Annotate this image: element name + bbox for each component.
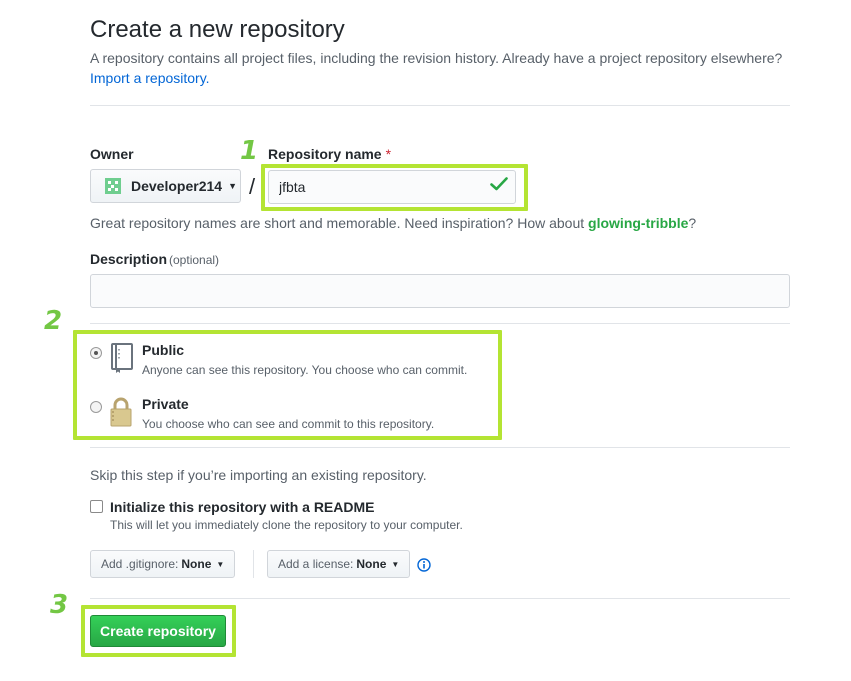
license-label: Add a license:: [278, 557, 354, 571]
description-label: Description (optional): [90, 250, 219, 269]
required-mark: *: [385, 146, 392, 162]
chevron-down-icon: ▼: [391, 559, 400, 569]
readme-desc: This will let you immediately clone the …: [110, 518, 463, 532]
repository-name-input[interactable]: [268, 170, 516, 204]
annotation-number: 3: [50, 590, 69, 620]
hint-suffix: ?: [688, 215, 697, 231]
chevron-down-icon: ▼: [216, 559, 225, 569]
repository-name-label: Repository name *: [268, 145, 391, 163]
divider: [253, 550, 254, 578]
info-icon[interactable]: [417, 558, 431, 572]
gitignore-select[interactable]: Add .gitignore: None ▼: [90, 550, 236, 578]
repository-name-hint: Great repository names are short and mem…: [90, 214, 696, 232]
book-icon: [111, 343, 133, 373]
create-repository-button[interactable]: Create repository: [90, 615, 226, 647]
page-title: Create a new repository: [90, 16, 345, 43]
owner-avatar: [105, 178, 121, 194]
lock-icon: [110, 397, 132, 427]
optional-tag: (optional): [169, 253, 220, 267]
import-repository-link[interactable]: Import a repository.: [90, 69, 210, 87]
description-input[interactable]: [90, 274, 790, 308]
owner-label: Owner: [90, 146, 134, 162]
divider: [90, 105, 790, 106]
license-value: None: [356, 557, 387, 571]
skip-note: Skip this step if you’re importing an ex…: [90, 467, 427, 483]
license-select[interactable]: Add a license: None ▼: [267, 550, 411, 578]
page-subtitle: A repository contains all project files,…: [90, 50, 783, 66]
gitignore-value: None: [181, 557, 212, 571]
readme-checkbox[interactable]: [90, 500, 103, 513]
divider: [90, 323, 790, 324]
public-option-desc: Anyone can see this repository. You choo…: [142, 363, 468, 377]
private-option-desc: You choose who can see and commit to thi…: [142, 417, 435, 431]
annotation-number: 1: [240, 136, 259, 166]
description-label-text: Description: [90, 251, 168, 267]
private-radio[interactable]: [90, 401, 102, 413]
repository-name-label-text: Repository name: [268, 146, 382, 162]
private-option-title: Private: [142, 396, 189, 412]
owner-select[interactable]: Developer214 ▼: [90, 169, 241, 203]
divider: [90, 598, 790, 599]
chevron-down-icon: ▼: [228, 181, 237, 191]
annotation-number: 2: [44, 306, 63, 336]
hint-prefix: Great repository names are short and mem…: [90, 215, 589, 231]
owner-value: Developer214: [131, 178, 223, 194]
public-radio[interactable]: [90, 347, 102, 359]
public-option-title: Public: [142, 342, 185, 358]
gitignore-label: Add .gitignore:: [101, 557, 179, 571]
owner-repo-separator: /: [249, 174, 256, 199]
suggested-name[interactable]: glowing-tribble: [588, 215, 688, 231]
divider: [90, 447, 790, 448]
check-icon: [490, 177, 508, 191]
readme-label[interactable]: Initialize this repository with a README: [110, 498, 374, 516]
